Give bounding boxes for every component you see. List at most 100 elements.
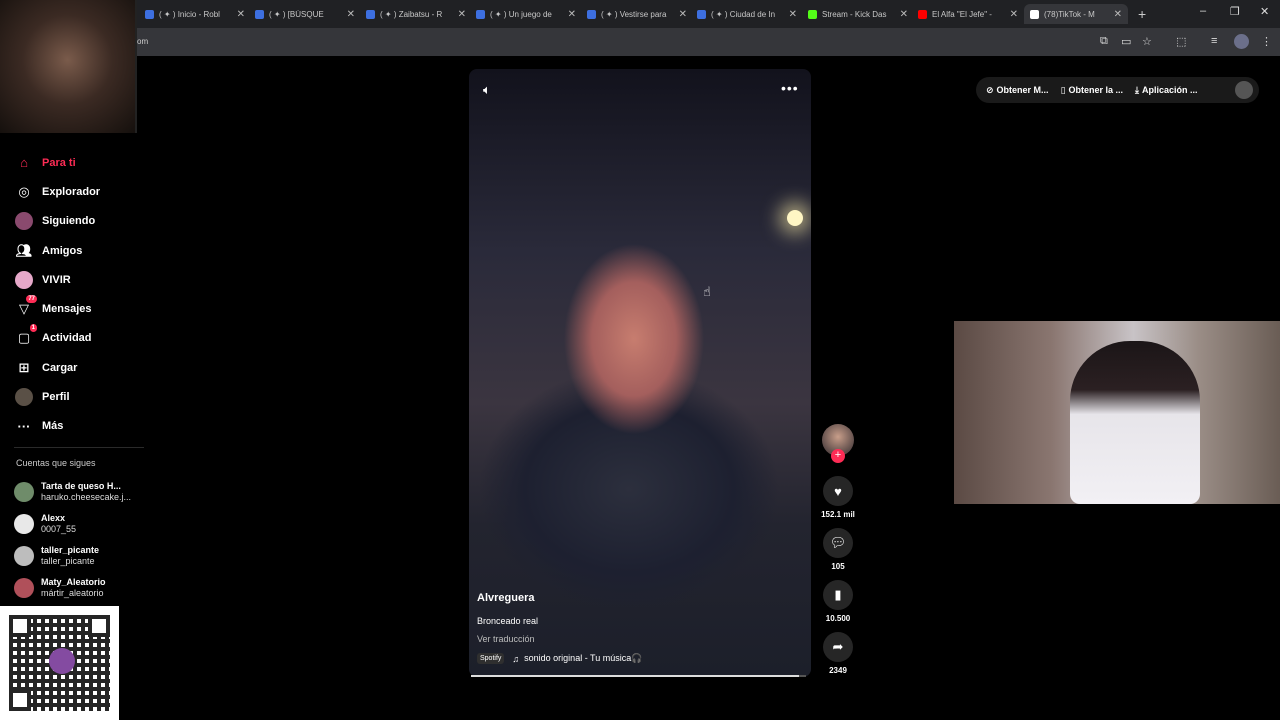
browser-tab[interactable]: ( ✦ ) Zaibatsu - R ✕ — [366, 4, 466, 24]
bookmark-star-icon[interactable]: ☆ — [1142, 35, 1152, 48]
close-window-icon[interactable]: ✕ — [1260, 5, 1269, 18]
sidebar-item-para-ti[interactable]: ⌂ Para ti — [14, 148, 144, 177]
save-action[interactable]: ▮ 10.500 — [822, 580, 854, 623]
coin-icon: ⊘ — [986, 84, 994, 95]
sidebar-item-vivir[interactable]: VIVIR — [14, 265, 144, 294]
comment-icon[interactable]: 💬︎ — [823, 528, 853, 558]
tab-title: El Alfa "El Jefe" - — [932, 9, 992, 19]
address-bar: om ⧉ ▭ ☆ ⬚ ≡ ⋮ — [0, 28, 1280, 56]
following-account[interactable]: Alexx 0007_55 — [14, 508, 144, 540]
sidebar-item-explorador[interactable]: ◎ Explorador — [14, 177, 144, 206]
following-account[interactable]: Tarta de queso H... haruko.cheesecake.j.… — [14, 476, 144, 508]
share-action[interactable]: ➦ 2349 — [822, 632, 854, 675]
browser-tab[interactable]: ( ✦ ) Inicio - Robl ✕ — [145, 4, 245, 24]
share-icon[interactable]: ➦ — [823, 632, 853, 662]
obtain-app-label: Obtener la ... — [1068, 85, 1124, 95]
sidebar-divider — [14, 447, 144, 448]
browser-tab[interactable]: ( ✦ ) Vestirse para ✕ — [587, 4, 687, 24]
video-player[interactable] — [469, 69, 811, 677]
messages-badge: 77 — [26, 295, 37, 304]
music-row[interactable]: Spotify ♫ sonido original - Tu música🎧 — [477, 653, 642, 664]
follow-plus-button[interactable]: + — [831, 449, 845, 463]
tab-favicon-icon — [145, 9, 154, 19]
sidebar-item-label: VIVIR — [42, 273, 71, 286]
sidebar-item-mensajes[interactable]: ▽ 77 Mensajes — [14, 294, 144, 323]
app-download-button[interactable]: ⤓ Aplicación ... — [1135, 85, 1198, 96]
header-actions: ⊘ Obtener M... ▯ Obtener la ... ⤓ Aplica… — [976, 77, 1259, 103]
following-account[interactable]: taller_picante taller_picante — [14, 540, 144, 572]
browser-tab[interactable]: ( ✦ ) Ciudad de In ✕ — [697, 4, 797, 24]
obtain-coins-label: Obtener M... — [996, 85, 1049, 95]
browser-tab[interactable]: ( ✦ ) Un juego de ✕ — [476, 4, 576, 24]
browser-tab-active[interactable]: (78)TikTok - M ✕ — [1024, 4, 1128, 24]
sidebar-item-actividad[interactable]: ▢ 1 Actividad — [14, 324, 144, 353]
account-name: taller_picante — [41, 545, 100, 555]
minimize-icon[interactable]: – — [1200, 5, 1206, 17]
tab-close-icon[interactable]: ✕ — [1114, 9, 1122, 20]
translate-icon[interactable]: ⧉ — [1100, 35, 1108, 48]
avatar — [14, 546, 34, 566]
tab-close-icon[interactable]: ✕ — [458, 9, 466, 20]
avatar — [14, 578, 34, 598]
extensions-icon[interactable]: ⬚ — [1176, 35, 1186, 48]
maximize-icon[interactable]: ❐ — [1230, 5, 1240, 18]
tab-favicon-icon — [697, 9, 706, 19]
following-account[interactable]: Maty_Aleatorio mártir_aleatorio — [14, 572, 144, 604]
bookmark-icon[interactable]: ▮ — [823, 580, 853, 610]
tab-search-icon[interactable]: ≡ — [1211, 35, 1217, 47]
sidebar-item-label: Más — [42, 420, 64, 433]
browser-tab[interactable]: Stream - Kick Das ✕ — [808, 4, 908, 24]
new-tab-button[interactable]: + — [1138, 6, 1146, 22]
spotify-badge[interactable]: Spotify — [477, 653, 505, 664]
tab-title: ( ✦ ) Ciudad de In — [711, 9, 776, 19]
obtain-app-button[interactable]: ▯ Obtener la ... — [1061, 85, 1123, 96]
sidebar-item-siguiendo[interactable]: Siguiendo — [14, 207, 144, 236]
browser-menu-icon[interactable]: ⋮ — [1261, 35, 1272, 48]
tab-title: ( ✦ ) Vestirse para — [601, 9, 667, 19]
tab-title: ( ✦ ) Un juego de — [490, 9, 552, 19]
browser-tab[interactable]: El Alfa "El Jefe" - ✕ — [918, 4, 1018, 24]
share-count: 2349 — [829, 666, 847, 675]
sidebar-item-amigos[interactable]: 👥︎ Amigos — [14, 236, 144, 265]
music-note-icon: ♫ — [512, 653, 520, 664]
sidebar-item-perfil[interactable]: Perfil — [14, 382, 144, 411]
sidebar-item-label: Cargar — [42, 361, 78, 374]
mouse-cursor-icon: ☝︎ — [703, 284, 711, 299]
sidebar-nav: ⌂ Para ti ◎ Explorador Siguiendo 👥︎ Amig… — [14, 148, 144, 441]
video-author[interactable]: Alvreguera — [477, 592, 534, 604]
tab-close-icon[interactable]: ✕ — [1010, 9, 1018, 20]
tab-close-icon[interactable]: ✕ — [347, 9, 355, 20]
browser-profile-avatar[interactable] — [1234, 34, 1249, 49]
sidebar-item-label: Mensajes — [42, 303, 92, 316]
sidebar-item-cargar[interactable]: ⊞ Cargar — [14, 353, 144, 382]
tab-favicon-icon — [808, 9, 817, 19]
sidebar-item-mas[interactable]: ··· Más — [14, 412, 144, 441]
see-translation-link[interactable]: Ver traducción — [477, 634, 535, 644]
more-options-icon[interactable]: ••• — [781, 80, 799, 96]
sidebar-item-label: Explorador — [42, 185, 101, 198]
like-action[interactable]: ♥ 152.1 mil — [821, 476, 855, 519]
sound-toggle-icon[interactable]: 🔈︎ — [483, 82, 491, 98]
heart-icon[interactable]: ♥ — [823, 476, 853, 506]
comment-action[interactable]: 💬︎ 105 — [822, 528, 854, 571]
user-avatar[interactable] — [1235, 81, 1253, 99]
obtain-coins-button[interactable]: ⊘ Obtener M... — [986, 85, 1049, 96]
tab-close-icon[interactable]: ✕ — [900, 9, 908, 20]
cast-icon[interactable]: ▭ — [1121, 35, 1131, 48]
avatar — [14, 514, 34, 534]
video-progress-bar[interactable] — [471, 675, 806, 677]
tab-close-icon[interactable]: ✕ — [789, 9, 797, 20]
tab-close-icon[interactable]: ✕ — [568, 9, 576, 20]
url-text[interactable]: om — [137, 37, 148, 46]
upload-icon: ⊞ — [18, 359, 30, 375]
video-progress-fill — [471, 675, 800, 677]
street-light — [787, 210, 803, 226]
tab-favicon-icon — [587, 9, 596, 19]
browser-tab[interactable]: ( ✦ ) [BÚSQUE ✕ — [255, 4, 355, 24]
phone-icon: ▯ — [1060, 84, 1066, 95]
music-title: sonido original - Tu música🎧 — [524, 653, 643, 663]
yape-logo-icon — [49, 648, 75, 674]
tab-close-icon[interactable]: ✕ — [237, 9, 245, 20]
tab-close-icon[interactable]: ✕ — [679, 9, 687, 20]
tab-title: Stream - Kick Das — [822, 9, 887, 19]
